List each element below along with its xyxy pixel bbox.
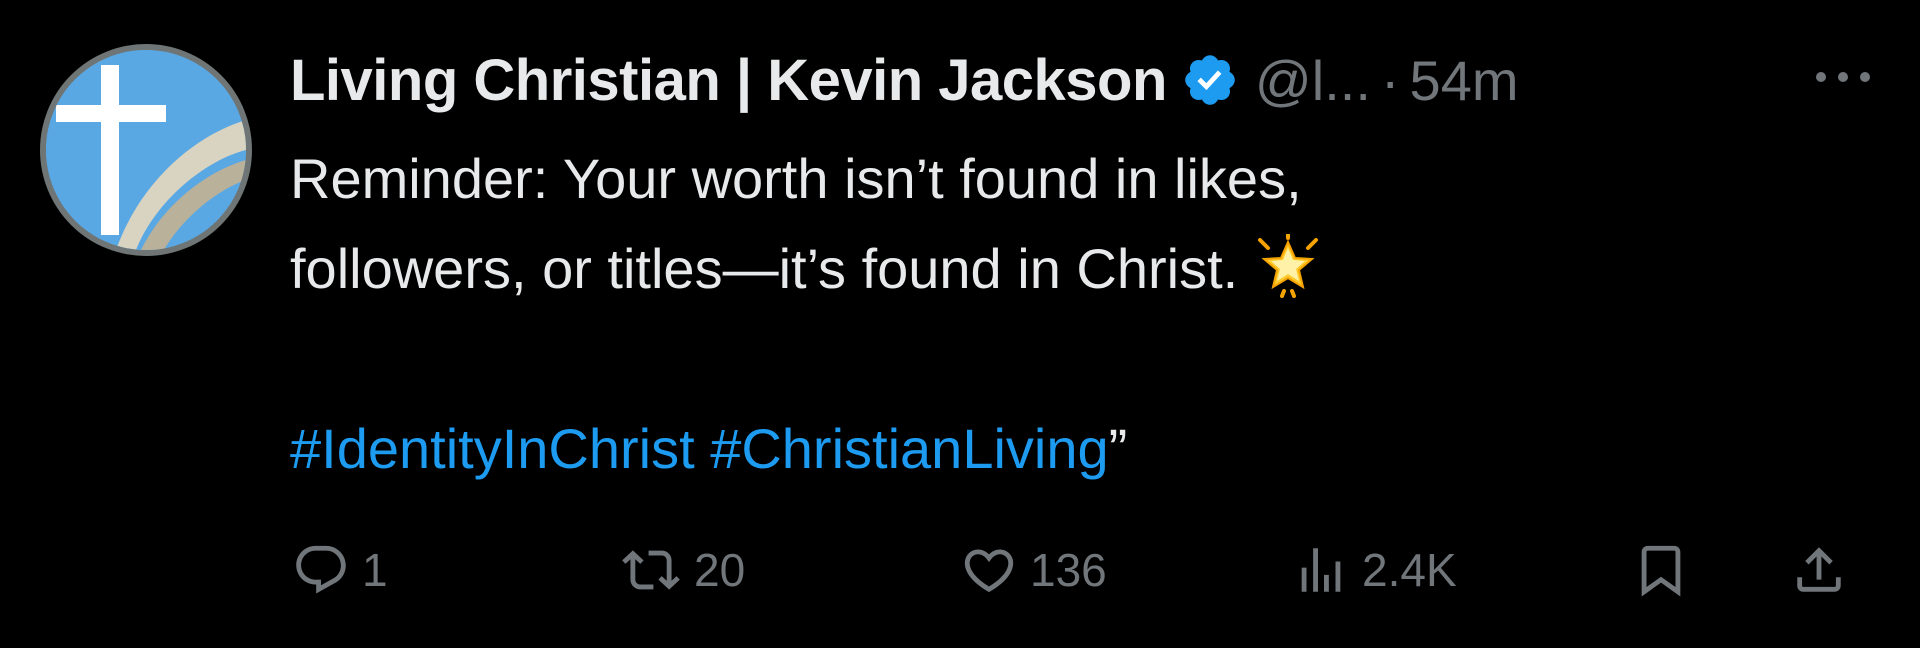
retweet-button[interactable]: 20 <box>620 530 745 610</box>
author-handle[interactable]: @l... <box>1255 48 1371 113</box>
closing-quote: ” <box>1108 417 1128 480</box>
like-button[interactable]: 136 <box>960 530 1107 610</box>
author-display-name[interactable]: Living Christian | Kevin Jackson <box>290 47 1167 114</box>
glowing-star-icon <box>1258 234 1319 298</box>
views-icon <box>1301 548 1341 592</box>
verified-badge-icon <box>1185 55 1235 105</box>
views-count: 2.4K <box>1362 544 1457 596</box>
tweet-text-line-2: followers, or titles—it’s found in Chris… <box>290 224 1710 314</box>
separator-dot: · <box>1380 48 1400 112</box>
share-icon <box>1797 547 1841 592</box>
reply-count: 1 <box>362 544 388 596</box>
share-button[interactable] <box>1790 530 1848 610</box>
tweet-text-line-2-text: followers, or titles—it’s found in Chris… <box>290 237 1239 300</box>
hashtag-link[interactable]: #ChristianLiving <box>710 417 1108 480</box>
hashtag-separator <box>695 417 711 480</box>
heart-icon <box>964 549 1014 593</box>
bookmark-button[interactable] <box>1632 530 1690 610</box>
views-button[interactable]: 2.4K <box>1292 530 1457 610</box>
reply-icon <box>296 545 346 594</box>
avatar[interactable] <box>40 44 252 256</box>
tweet-text: Reminder: Your worth isn’t found in like… <box>290 134 1710 494</box>
tweet-header: Living Christian | Kevin Jackson @l... ·… <box>290 40 1518 120</box>
hashtags-line: #IdentityInChrist #ChristianLiving” <box>290 404 1710 494</box>
cross-logo-icon <box>46 50 246 250</box>
tweet-actions-bar: 1 20 136 2.4K <box>0 530 1920 610</box>
retweet-icon <box>622 550 680 590</box>
tweet[interactable]: Living Christian | Kevin Jackson @l... ·… <box>0 0 1920 648</box>
reply-button[interactable]: 1 <box>292 530 388 610</box>
hashtag-link[interactable]: #IdentityInChrist <box>290 417 695 480</box>
more-options-icon[interactable] <box>1812 66 1874 88</box>
tweet-text-line-1: Reminder: Your worth isn’t found in like… <box>290 147 1302 210</box>
timestamp[interactable]: 54m <box>1410 48 1519 113</box>
like-count: 136 <box>1030 544 1107 596</box>
retweet-count: 20 <box>694 544 746 596</box>
bookmark-icon <box>1641 545 1681 597</box>
